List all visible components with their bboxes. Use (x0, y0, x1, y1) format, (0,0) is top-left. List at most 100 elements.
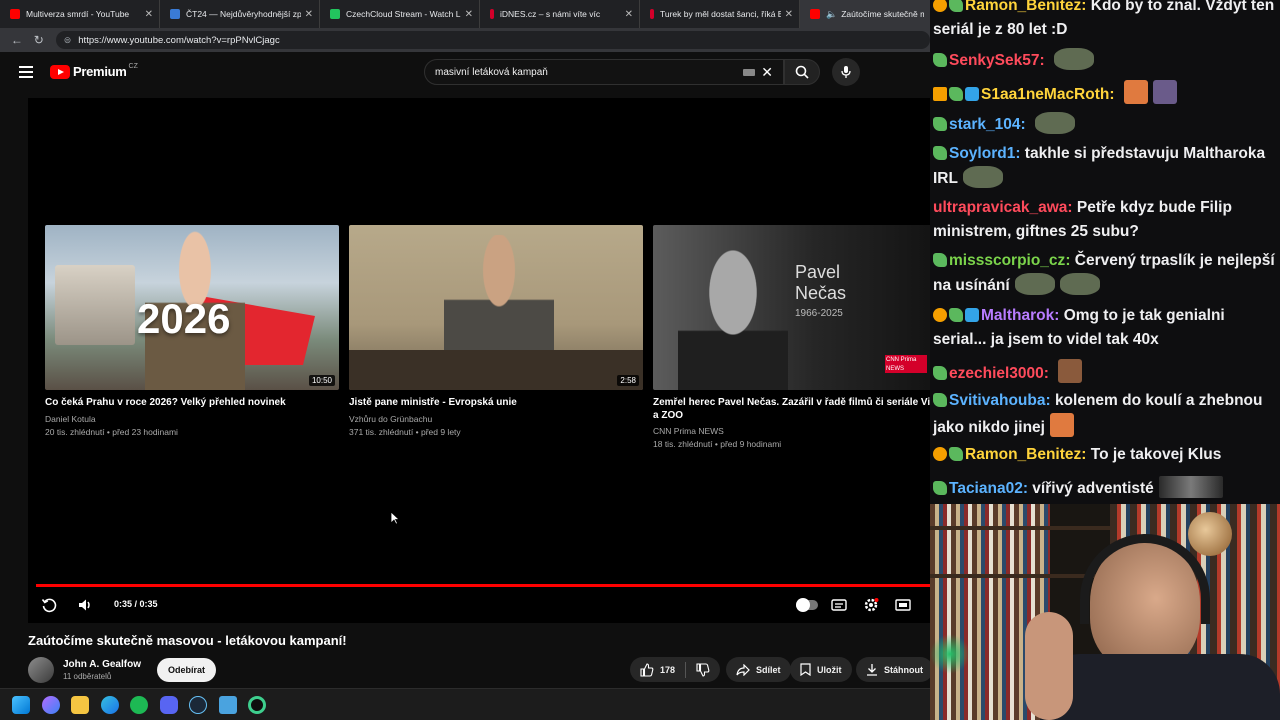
video-stats: 20 tis. zhlédnutí • před 23 hodinami (45, 427, 178, 437)
channel-info: John A. Gealfow 11 odběratelů (63, 659, 141, 681)
subtitles-button[interactable] (830, 596, 848, 614)
close-tab-icon[interactable]: ✕ (145, 9, 153, 20)
obs-icon[interactable] (248, 696, 266, 714)
chat-username[interactable]: stark_104 (949, 116, 1021, 133)
browser-tab[interactable]: Multiverza smrdí - YouTube ✕ (0, 0, 160, 28)
file-explorer-icon[interactable] (71, 696, 89, 714)
close-tab-icon[interactable]: ✕ (625, 9, 633, 20)
crown-badge-icon (933, 87, 947, 101)
close-tab-icon[interactable]: ✕ (465, 9, 473, 20)
chat-username[interactable]: Taciana02 (949, 480, 1023, 497)
thumb-person (678, 240, 788, 390)
browser-tab[interactable]: ČT24 — Nejdůvěryhodnější zpravo ✕ (160, 0, 320, 28)
settings-button[interactable] (862, 596, 880, 614)
chat-username[interactable]: Maltharok (981, 307, 1054, 324)
discord-icon[interactable] (160, 696, 178, 714)
autoplay-toggle-icon (796, 598, 818, 612)
miniplayer-button[interactable] (894, 596, 912, 614)
search-button[interactable] (784, 59, 820, 85)
thumbs-up-icon (640, 662, 654, 677)
steam-icon[interactable] (189, 696, 207, 714)
search-query-text: masivní letáková kampaň (435, 66, 548, 78)
windows-start-icon[interactable] (12, 696, 30, 714)
video-thumbnail[interactable]: 2:58 (349, 225, 643, 390)
video-channel[interactable]: CNN Prima NEWS (653, 425, 930, 437)
chat-username[interactable]: S1aa1neMacRoth (981, 86, 1109, 103)
autoplay-toggle[interactable] (796, 596, 818, 614)
subscriber-count: 11 odběratelů (63, 672, 112, 681)
video-player[interactable]: 2026 10:50 Co čeká Prahu v roce 2026? Ve… (28, 98, 930, 623)
back-icon[interactable]: ← (6, 33, 28, 47)
edge-browser-icon[interactable] (101, 696, 119, 714)
site-info-icon[interactable]: ⊜ (64, 35, 72, 46)
chat-username[interactable]: Ramon_Benitez (965, 0, 1081, 14)
like-button[interactable]: 178 (630, 662, 676, 677)
search-input[interactable]: masivní letáková kampaň ✕ (424, 59, 784, 85)
chat-username[interactable]: ezechiel3000 (949, 365, 1044, 382)
download-button[interactable]: Stáhnout (856, 657, 933, 682)
chat-badge-icon (933, 117, 947, 131)
replay-button[interactable] (40, 596, 58, 614)
clear-search-icon[interactable]: ✕ (761, 64, 773, 81)
channel-name[interactable]: John A. Gealfow (63, 659, 141, 670)
video-title[interactable]: Jistě pane ministře - Evropská unie (349, 396, 643, 409)
video-duration: 10:50 (308, 375, 335, 386)
chat-message: Ramon_Benitez: To je takovej Klus (933, 443, 1277, 467)
stream-chat: Ramon_Benitez: Kdo by to znal. Vždyt ten… (930, 0, 1280, 504)
endscreen-video-card[interactable]: 2026 10:50 Co čeká Prahu v roce 2026? Ve… (45, 225, 339, 438)
close-tab-icon[interactable]: ✕ (785, 9, 793, 20)
like-count: 178 (660, 664, 676, 675)
thumb-news-logo: CNN Prima NEWS (885, 355, 927, 373)
chat-badge-icon (933, 393, 947, 407)
youtube-logo[interactable]: Premium CZ (50, 63, 138, 79)
chat-username[interactable]: Soylord1 (949, 145, 1015, 162)
url-field[interactable]: ⊜ https://www.youtube.com/watch?v=rpPNvl… (55, 31, 930, 49)
browser-tab-active[interactable]: 🔈 Zaútočíme skutečně masovou (800, 0, 930, 28)
chat-username[interactable]: missscorpio_cz (949, 252, 1065, 269)
save-button[interactable]: Uložit (790, 657, 852, 682)
speaker-icon[interactable]: 🔈 (826, 9, 837, 20)
voice-search-button[interactable] (832, 58, 860, 86)
browser-tab[interactable]: iDNES.cz – s námi víte víc ✕ (480, 0, 640, 28)
video-thumbnail[interactable]: Pavel Nečas 1966-2025 CNN Prima NEWS 2: (653, 225, 930, 390)
idnes-favicon-icon (490, 9, 494, 19)
spotify-icon[interactable] (130, 696, 148, 714)
endscreen-video-card[interactable]: 2:58 Jistě pane ministře - Evropská unie… (349, 225, 643, 438)
progress-bar[interactable] (36, 584, 930, 587)
thumb-desk (349, 350, 643, 390)
video-title[interactable]: Zemřel herec Pavel Nečas. Zazářil v řadě… (653, 396, 930, 422)
chat-username[interactable]: SenkySek57 (949, 52, 1040, 69)
youtube-play-icon (50, 64, 70, 79)
close-tab-icon[interactable]: ✕ (305, 9, 313, 20)
channel-row: John A. Gealfow 11 odběratelů Odebírat (28, 656, 216, 684)
subscribe-button[interactable]: Odebírat (156, 658, 216, 682)
video-title[interactable]: Co čeká Prahu v roce 2026? Velký přehled… (45, 396, 339, 409)
mouse-cursor-icon (390, 511, 400, 525)
chat-emote-icon (1158, 476, 1223, 498)
copilot-icon[interactable] (42, 696, 60, 714)
chat-badge-icon (965, 308, 979, 322)
chat-text: vířivý adventisté (1032, 480, 1154, 497)
keyboard-icon[interactable] (743, 69, 755, 76)
chat-username[interactable]: ultrapravicak_awa (933, 199, 1067, 216)
video-channel[interactable]: Daniel Kotula (45, 413, 339, 425)
chat-badge-icon (933, 308, 947, 322)
tab-title: CzechCloud Stream - Watch Live o (346, 9, 461, 19)
video-thumbnail[interactable]: 2026 10:50 (45, 225, 339, 390)
video-channel[interactable]: Vzhůru do Grünbachu (349, 413, 643, 425)
volume-button[interactable] (76, 596, 94, 614)
notepad-icon[interactable] (219, 696, 237, 714)
endscreen-video-card[interactable]: Pavel Nečas 1966-2025 CNN Prima NEWS 2: … (653, 225, 930, 450)
share-icon (736, 663, 750, 676)
browser-tab[interactable]: CzechCloud Stream - Watch Live o ✕ (320, 0, 480, 28)
gear-icon (864, 598, 879, 612)
thumb-overlay-year: 2026 (137, 295, 231, 342)
channel-avatar[interactable] (28, 657, 54, 683)
reload-icon[interactable]: ↻ (28, 33, 50, 47)
chat-username[interactable]: Ramon_Benitez (965, 446, 1081, 463)
dislike-button[interactable] (696, 662, 710, 677)
hamburger-menu-icon[interactable] (19, 66, 33, 78)
chat-username[interactable]: Svitivahouba (949, 392, 1045, 409)
share-button[interactable]: Sdílet (726, 657, 791, 682)
browser-tab[interactable]: Turek by měl dostat šanci, říká Bab ✕ (640, 0, 800, 28)
